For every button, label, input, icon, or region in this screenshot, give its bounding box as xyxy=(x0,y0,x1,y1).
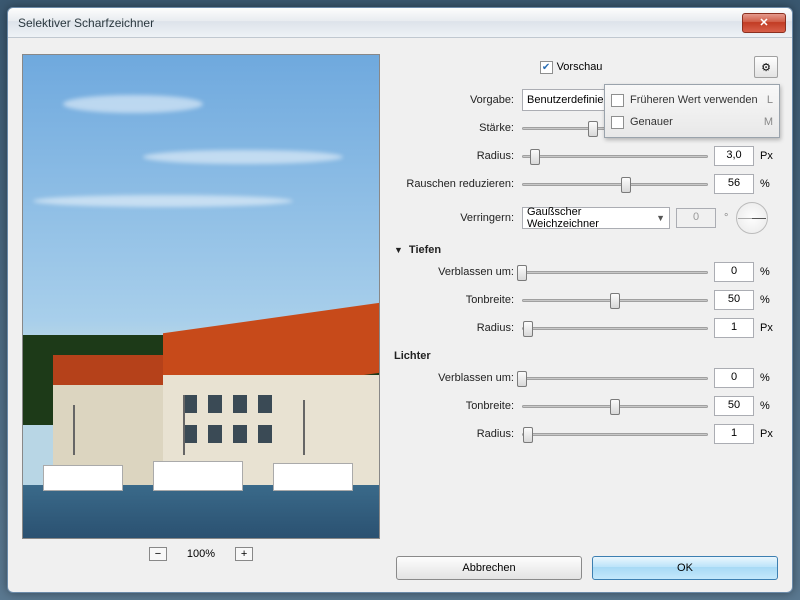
chevron-down-icon: ▼ xyxy=(656,213,665,223)
highlights-fade-input[interactable]: 0 xyxy=(714,368,754,388)
popup-key-2: M xyxy=(764,116,773,128)
noise-label: Rauschen reduzieren: xyxy=(394,178,516,190)
amount-label: Stärke: xyxy=(394,122,516,134)
cancel-label: Abbrechen xyxy=(462,562,515,574)
shadows-tonal-input[interactable]: 50 xyxy=(714,290,754,310)
dialog-content: − 100% + ✔ Vorschau ⚙ Früheren Wert verw… xyxy=(8,38,792,592)
popup-checkbox-1[interactable] xyxy=(611,94,624,107)
popup-key-1: L xyxy=(767,94,773,106)
zoom-bar: − 100% + xyxy=(149,547,253,561)
zoom-level: 100% xyxy=(187,548,215,560)
shadows-fade-label: Verblassen um: xyxy=(394,266,516,278)
highlights-tonal-input[interactable]: 50 xyxy=(714,396,754,416)
popup-item-prev-value[interactable]: Früheren Wert verwenden L xyxy=(611,89,773,111)
radius-input[interactable]: 3,0 xyxy=(714,146,754,166)
angle-dial[interactable] xyxy=(736,202,768,234)
noise-input[interactable]: 56 xyxy=(714,174,754,194)
popup-label-2: Genauer xyxy=(630,116,673,128)
highlights-tonal-unit: % xyxy=(760,400,778,412)
settings-button[interactable]: ⚙ xyxy=(754,56,778,78)
shadows-title: Tiefen xyxy=(409,244,441,256)
zoom-in-button[interactable]: + xyxy=(235,547,253,561)
shadows-tonal-slider[interactable] xyxy=(522,291,708,309)
preset-label: Vorgabe: xyxy=(394,94,516,106)
reduce-label: Verringern: xyxy=(394,212,516,224)
window-title: Selektiver Scharfzeichner xyxy=(18,16,742,30)
title-bar[interactable]: Selektiver Scharfzeichner ✕ xyxy=(8,8,792,38)
settings-popup: Früheren Wert verwenden L Genauer M xyxy=(604,84,780,138)
shadows-tonal-unit: % xyxy=(760,294,778,306)
ok-button[interactable]: OK xyxy=(592,556,778,580)
shadows-radius-input[interactable]: 1 xyxy=(714,318,754,338)
close-icon: ✕ xyxy=(759,16,768,29)
noise-slider[interactable] xyxy=(522,175,708,193)
dialog-footer: Abbrechen OK xyxy=(396,556,778,580)
preset-value: Benutzerdefiniert xyxy=(527,94,610,106)
radius-slider[interactable] xyxy=(522,147,708,165)
highlights-radius-label: Radius: xyxy=(394,428,516,440)
radius-unit: Px xyxy=(760,150,778,162)
highlights-fade-label: Verblassen um: xyxy=(394,372,516,384)
highlights-tonal-slider[interactable] xyxy=(522,397,708,415)
highlights-fade-slider[interactable] xyxy=(522,369,708,387)
controls-pane: ✔ Vorschau ⚙ Früheren Wert verwenden L G… xyxy=(394,54,778,578)
preview-checkbox[interactable]: ✔ xyxy=(540,61,553,74)
close-button[interactable]: ✕ xyxy=(742,13,786,33)
noise-unit: % xyxy=(760,178,778,190)
shadows-fade-input[interactable]: 0 xyxy=(714,262,754,282)
popup-label-1: Früheren Wert verwenden xyxy=(630,94,758,106)
highlights-tonal-label: Tonbreite: xyxy=(394,400,516,412)
dialog-window: Selektiver Scharfzeichner ✕ xyxy=(7,7,793,593)
degree-symbol: ° xyxy=(724,212,728,224)
shadows-radius-unit: Px xyxy=(760,322,778,334)
shadows-tonal-label: Tonbreite: xyxy=(394,294,516,306)
preview-pane: − 100% + xyxy=(22,54,380,578)
shadows-fade-unit: % xyxy=(760,266,778,278)
reduce-dropdown[interactable]: Gaußscher Weichzeichner ▼ xyxy=(522,207,670,229)
zoom-out-button[interactable]: − xyxy=(149,547,167,561)
popup-item-more-accurate[interactable]: Genauer M xyxy=(611,111,773,133)
shadows-section-header[interactable]: ▼ Tiefen xyxy=(394,244,778,256)
preview-checkbox-label: Vorschau xyxy=(557,61,603,73)
highlights-radius-input[interactable]: 1 xyxy=(714,424,754,444)
highlights-radius-slider[interactable] xyxy=(522,425,708,443)
highlights-fade-unit: % xyxy=(760,372,778,384)
highlights-title: Lichter xyxy=(394,350,431,362)
cancel-button[interactable]: Abbrechen xyxy=(396,556,582,580)
preview-image[interactable] xyxy=(22,54,380,539)
highlights-radius-unit: Px xyxy=(760,428,778,440)
highlights-section-header: Lichter xyxy=(394,350,778,362)
collapse-icon: ▼ xyxy=(394,245,403,255)
shadows-radius-label: Radius: xyxy=(394,322,516,334)
angle-input[interactable]: 0 xyxy=(676,208,716,228)
reduce-value: Gaußscher Weichzeichner xyxy=(527,206,656,230)
shadows-fade-slider[interactable] xyxy=(522,263,708,281)
popup-checkbox-2[interactable] xyxy=(611,116,624,129)
ok-label: OK xyxy=(677,562,693,574)
radius-label: Radius: xyxy=(394,150,516,162)
shadows-radius-slider[interactable] xyxy=(522,319,708,337)
gear-icon: ⚙ xyxy=(761,61,771,74)
